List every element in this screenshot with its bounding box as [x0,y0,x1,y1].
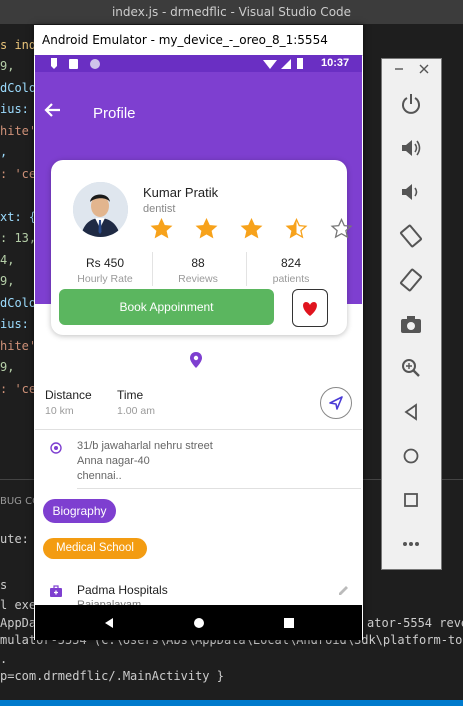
divider [77,488,361,489]
doctor-card: Kumar Pratik dentist Rs 450 Hourly Rate … [51,160,353,335]
terminal-line-right: ator-5554 rever [367,616,463,630]
stat-label: Hourly Rate [77,273,133,285]
emulator-toolbar [381,58,442,570]
distance-value: 10 km [45,405,74,417]
overview-icon[interactable] [398,487,424,513]
emulator-window: Android Emulator - my_device_-_oreo_8_1:… [34,25,363,640]
android-status-bar: 10:37 [35,55,362,72]
time-label: Time [117,388,144,402]
stat-label: patients [272,273,310,285]
address-target-icon [50,442,62,454]
book-appointment-button[interactable]: Book Appoinment [59,289,274,325]
hospital-name: Padma Hospitals [77,583,168,597]
address: 31/b jawaharlal nehru street Anna nagar-… [77,439,213,484]
terminal-line: . [0,652,8,666]
star-half-icon [285,218,308,239]
address-line: chennai.. [77,470,122,482]
stat-patients: 824 patients [246,256,336,285]
back-arrow-icon[interactable] [43,100,63,120]
stat-value: 824 [280,256,302,270]
rotate-left-icon[interactable] [398,223,424,249]
more-icon[interactable] [398,531,424,557]
minimize-icon[interactable] [392,61,406,75]
volume-down-icon[interactable] [398,179,424,205]
zoom-icon[interactable] [398,355,424,381]
device-screen: 10:37 Profile Kumar Pratik dentist Rs 45… [35,55,362,640]
terminal-line: s [0,578,8,592]
nav-overview-icon[interactable] [283,617,295,629]
vscode-status-bar [0,700,463,706]
volume-up-icon[interactable] [398,135,424,161]
heart-icon [303,302,317,316]
vscode-window-title: index.js - drmedflic - Visual Studio Cod… [0,0,463,24]
doctor-name: Kumar Pratik [143,185,219,200]
emulator-title: Android Emulator - my_device_-_oreo_8_1:… [34,25,363,56]
star-full-icon [195,218,218,239]
hospital-bag-icon [50,585,62,597]
star-empty-icon [330,218,353,239]
stat-reviews: 88 Reviews [153,256,243,285]
status-time: 10:37 [321,57,350,69]
time-block: Time 1.00 am [117,388,155,417]
address-line: Anna nagar-40 [77,455,150,467]
nav-home-icon[interactable] [193,617,205,629]
signal-battery-icons [263,58,303,69]
star-full-icon [240,218,263,239]
doctor-specialty: dentist [143,203,176,215]
doctor-avatar [73,182,128,237]
nav-back-icon[interactable] [103,617,115,629]
stat-hourly-rate: Rs 450 Hourly Rate [60,256,150,285]
rating-stars [139,218,362,240]
notification-icons [51,58,100,69]
favorite-button[interactable] [292,289,328,327]
stat-label: Reviews [178,273,218,285]
distance-block: Distance 10 km [45,388,92,417]
address-line: 31/b jawaharlal nehru street [77,440,213,452]
stat-value: Rs 450 [85,256,125,270]
distance-label: Distance [45,388,92,402]
medical-school-chip[interactable]: Medical School [43,538,147,559]
biography-chip[interactable]: Biography [43,499,116,523]
camera-icon[interactable] [398,311,424,337]
navigate-button[interactable] [320,387,352,419]
edit-icon[interactable] [337,584,350,597]
divider [35,429,362,430]
time-value: 1.00 am [117,405,155,417]
rotate-right-icon[interactable] [398,267,424,293]
terminal-line: p=com.drmedflic/.MainActivity } [0,669,224,683]
home-icon[interactable] [398,443,424,469]
back-icon[interactable] [398,399,424,425]
location-pin-icon [190,352,202,368]
stat-value: 88 [191,256,205,270]
star-full-icon [150,218,173,239]
send-icon [329,396,343,410]
page-title: Profile [93,105,136,122]
close-icon[interactable] [418,63,430,75]
power-icon[interactable] [398,91,424,117]
android-nav-bar [35,605,362,640]
